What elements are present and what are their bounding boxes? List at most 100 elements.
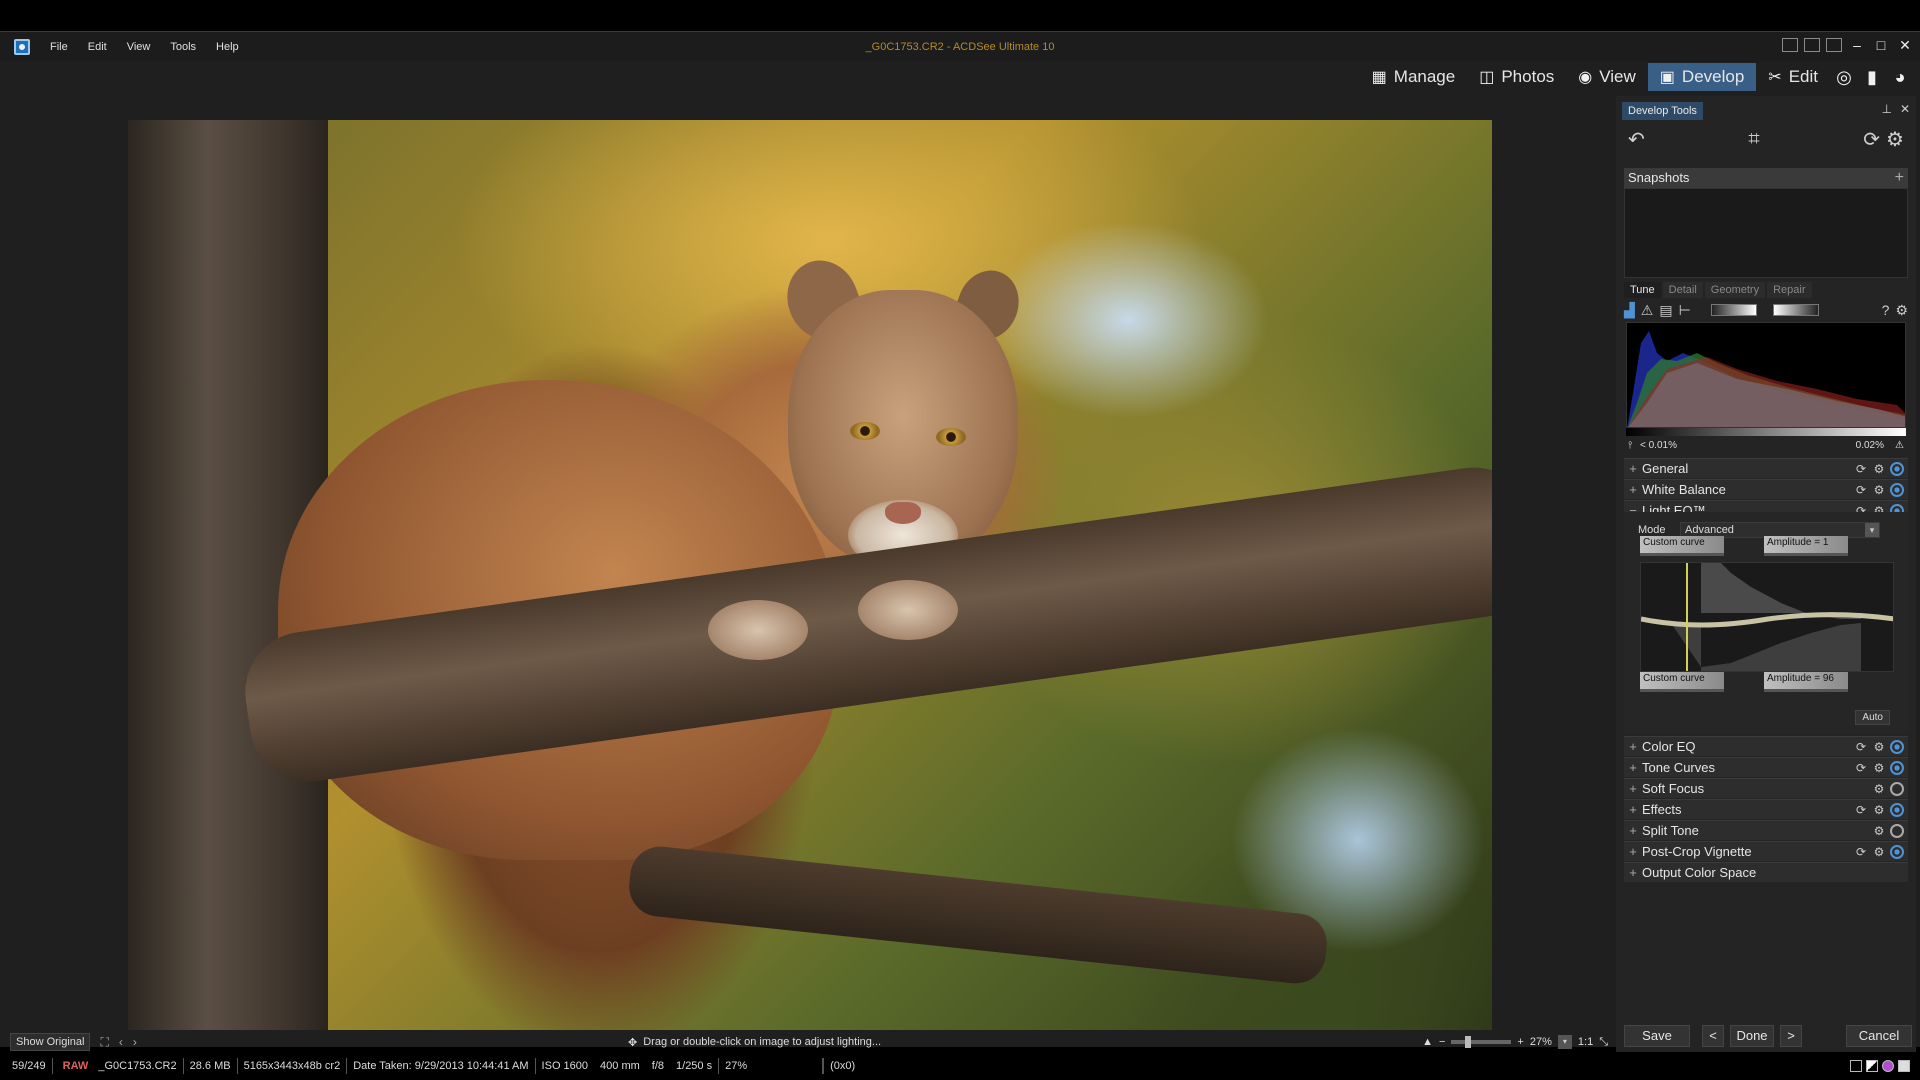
gear-icon[interactable]: ⚙ (1872, 761, 1886, 775)
amplitude-bottom-slider[interactable]: Amplitude = 96 (1764, 672, 1848, 692)
mode-edit[interactable]: ✂ Edit (1756, 63, 1830, 91)
gradient-dark-swatch[interactable] (1710, 304, 1757, 316)
toggle-on-icon[interactable] (1890, 461, 1904, 476)
zoom-in-icon[interactable]: + (1517, 1036, 1523, 1048)
custom-curve-top-slider[interactable]: Custom curve (1640, 536, 1724, 556)
zoom-out-icon[interactable]: − (1439, 1036, 1445, 1048)
toggle-on-icon[interactable] (1890, 482, 1904, 497)
status-box-icon[interactable] (1850, 1060, 1862, 1072)
gear-icon[interactable]: ⚙ (1872, 803, 1886, 817)
section-general[interactable]: + General ⟳ ⚙ (1624, 458, 1908, 478)
reset-icon[interactable]: ⟳ (1854, 845, 1868, 859)
toggle-on-icon[interactable] (1890, 760, 1904, 775)
menu-tools[interactable]: Tools (160, 41, 206, 53)
layout-right-icon[interactable] (1826, 38, 1842, 52)
zoom-slider[interactable] (1451, 1036, 1512, 1048)
tab-geometry[interactable]: Geometry (1704, 282, 1766, 298)
toggle-off-icon[interactable] (1890, 781, 1904, 796)
toggle-on-icon[interactable] (1890, 844, 1904, 859)
pin-icon[interactable]: ⊥ (1881, 102, 1891, 116)
reset-icon[interactable]: ⟳ (1854, 740, 1868, 754)
next-image-icon[interactable]: › (133, 1035, 137, 1049)
zoom-dropdown[interactable]: ▾ (1557, 1035, 1572, 1049)
done-button[interactable]: Done (1730, 1025, 1774, 1047)
fit-icon[interactable]: ⤡ (1599, 1036, 1608, 1049)
fullscreen-icon[interactable]: ⛶ (100, 1035, 108, 1050)
menu-file[interactable]: File (40, 41, 78, 53)
mode-manage[interactable]: ▦ Manage (1360, 63, 1468, 91)
status-color-icon[interactable] (1882, 1060, 1894, 1072)
section-soft-focus[interactable]: + Soft Focus ⚙ (1624, 778, 1908, 798)
settings-gear-icon[interactable]: ⚙ (1886, 127, 1904, 152)
tab-tune[interactable]: Tune (1624, 282, 1661, 298)
next-button[interactable]: > (1780, 1025, 1802, 1047)
layout-left-icon[interactable] (1782, 38, 1798, 52)
gear-icon[interactable]: ⚙ (1872, 483, 1886, 497)
previous-image-icon[interactable]: ‹ (119, 1035, 123, 1049)
section-white-balance[interactable]: + White Balance ⟳ ⚙ (1624, 479, 1908, 499)
365-icon[interactable]: ◎ (1830, 63, 1858, 91)
minimize-button[interactable]: – (1848, 37, 1866, 53)
section-effects[interactable]: + Effects ⟳ ⚙ (1624, 799, 1908, 819)
gradient-light-swatch[interactable] (1772, 304, 1819, 316)
custom-curve-bottom-slider[interactable]: Custom curve (1640, 672, 1724, 692)
gear-icon[interactable]: ⚙ (1872, 462, 1886, 476)
mode-view[interactable]: ◉ View (1566, 63, 1648, 91)
maximize-button[interactable]: □ (1872, 37, 1890, 53)
auto-crop-icon[interactable]: ⌗ (1748, 128, 1759, 151)
undo-icon[interactable]: ↶ (1628, 127, 1645, 152)
toggle-on-icon[interactable] (1890, 739, 1904, 754)
menu-view[interactable]: View (117, 41, 161, 53)
menu-edit[interactable]: Edit (78, 41, 117, 53)
image-viewer[interactable] (6, 96, 1610, 1030)
photo-mountain-lion[interactable] (128, 120, 1492, 1030)
toggle-off-icon[interactable] (1890, 823, 1904, 838)
acdsee-logo-icon[interactable] (14, 39, 30, 55)
tab-repair[interactable]: Repair (1767, 282, 1812, 298)
show-original-button[interactable]: Show Original (10, 1033, 91, 1051)
status-exposure-icon[interactable] (1866, 1060, 1878, 1072)
toggle-on-icon[interactable] (1890, 802, 1904, 817)
tab-detail[interactable]: Detail (1662, 282, 1703, 298)
section-color-eq[interactable]: + Color EQ ⟳ ⚙ (1624, 736, 1908, 756)
light-eq-curve[interactable] (1640, 562, 1894, 672)
ruler-icon[interactable]: ⊢ (1679, 302, 1691, 319)
save-button[interactable]: Save (1624, 1025, 1690, 1047)
section-tone-curves[interactable]: + Tone Curves ⟳ ⚙ (1624, 757, 1908, 777)
histogram-icon[interactable]: ▟ (1624, 302, 1635, 319)
highlight-warning-icon[interactable]: ⚠ (1895, 440, 1904, 451)
help-icon[interactable]: ? (1882, 302, 1890, 318)
section-output-color-space[interactable]: + Output Color Space (1624, 862, 1908, 882)
reset-icon[interactable]: ⟳ (1854, 462, 1868, 476)
mode-photos[interactable]: ◫ Photos (1467, 63, 1566, 91)
shadow-clip-icon[interactable]: ⫯ (1628, 440, 1632, 451)
reset-icon[interactable]: ⟳ (1854, 761, 1868, 775)
panel-close-icon[interactable]: ✕ (1900, 102, 1910, 116)
reset-icon[interactable]: ⟳ (1854, 803, 1868, 817)
cancel-button[interactable]: Cancel (1846, 1025, 1912, 1047)
section-post-crop-vignette[interactable]: + Post-Crop Vignette ⟳ ⚙ (1624, 841, 1908, 861)
close-button[interactable]: ✕ (1896, 37, 1914, 53)
navigator-icon[interactable]: ▲ (1422, 1036, 1433, 1048)
dashboard-icon[interactable]: ▮ (1858, 63, 1886, 91)
add-snapshot-icon[interactable]: + (1895, 168, 1904, 188)
prev-button[interactable]: < (1702, 1025, 1724, 1047)
actual-size-button[interactable]: 1:1 (1578, 1036, 1593, 1048)
gear-icon[interactable]: ⚙ (1872, 845, 1886, 859)
amplitude-top-slider[interactable]: Amplitude = 1 (1764, 536, 1848, 556)
gear-icon[interactable]: ⚙ (1872, 740, 1886, 754)
warning-icon[interactable]: ⚠ (1641, 302, 1654, 319)
gear-icon[interactable]: ⚙ (1872, 782, 1886, 796)
section-split-tone[interactable]: + Split Tone ⚙ (1624, 820, 1908, 840)
auto-button[interactable]: Auto (1855, 710, 1890, 725)
status-check-icon[interactable] (1898, 1060, 1910, 1072)
layout-bottom-icon[interactable] (1804, 38, 1820, 52)
mode-develop[interactable]: ▣ Develop (1647, 63, 1757, 91)
film-icon[interactable]: ▤ (1659, 302, 1672, 319)
menu-help[interactable]: Help (206, 41, 249, 53)
gear-icon[interactable]: ⚙ (1872, 824, 1886, 838)
develop-tools-tab[interactable]: Develop Tools (1622, 102, 1703, 120)
snapshots-header[interactable]: Snapshots + (1624, 168, 1908, 188)
online-eye-icon[interactable]: ◕ (1886, 63, 1914, 91)
reset-all-icon[interactable]: ⟳ (1863, 127, 1880, 152)
